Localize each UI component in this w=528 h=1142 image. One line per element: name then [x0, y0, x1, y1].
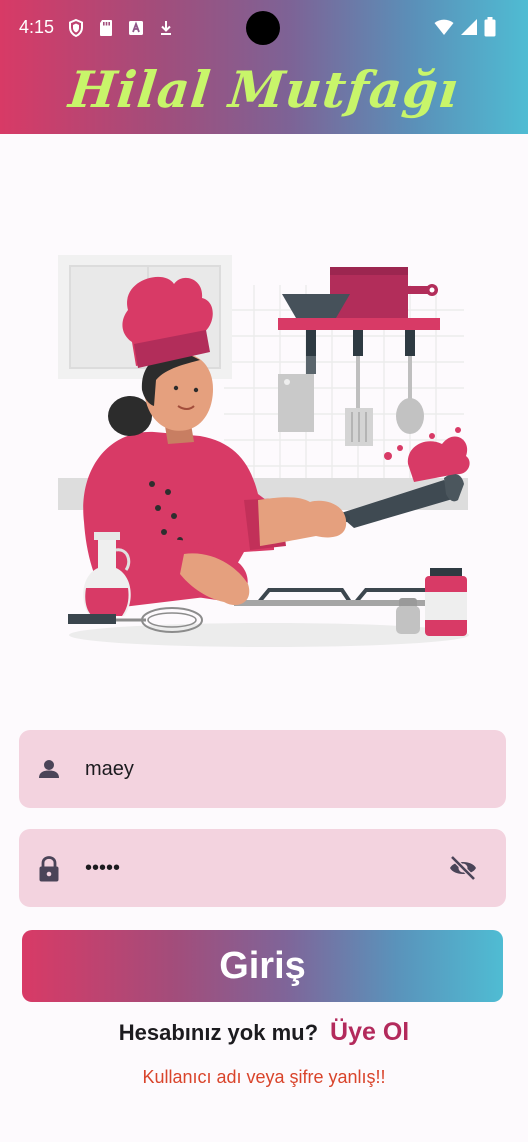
- signup-row: Hesabınız yok mu? Üye Ol: [0, 1018, 528, 1047]
- signup-link[interactable]: Üye Ol: [330, 1018, 409, 1046]
- status-time: 4:15: [19, 17, 55, 37]
- font-icon: [126, 18, 146, 38]
- app-title: Hilal Mutfağı: [66, 60, 462, 119]
- shield-icon: [66, 18, 86, 38]
- battery-icon: [484, 17, 496, 42]
- error-message: Kullanıcı adı veya şifre yanlış!!: [142, 1067, 386, 1087]
- login-button[interactable]: Giriş: [22, 930, 503, 1002]
- lock-icon: [37, 856, 61, 882]
- password-field[interactable]: •••••: [19, 829, 506, 907]
- status-icons-right: [434, 17, 496, 42]
- camera-cutout: [246, 11, 280, 45]
- status-bar: 4:15: [0, 0, 528, 56]
- person-icon: [37, 757, 61, 781]
- username-value[interactable]: maey: [85, 758, 134, 781]
- status-icons-left: [66, 18, 176, 38]
- app-header: 4:15 Hilal Mutfağı: [0, 0, 528, 134]
- visibility-off-icon[interactable]: [448, 855, 478, 881]
- signal-icon: [460, 18, 478, 41]
- download-icon: [156, 18, 176, 38]
- sd-card-icon: [96, 18, 116, 38]
- chef-illustration: [54, 250, 474, 650]
- username-field[interactable]: maey: [19, 730, 506, 808]
- signup-question: Hesabınız yok mu?: [118, 1020, 319, 1045]
- password-value[interactable]: •••••: [85, 857, 120, 880]
- wifi-icon: [434, 18, 454, 41]
